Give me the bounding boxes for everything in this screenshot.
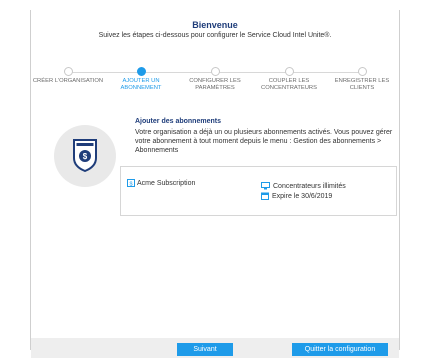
step-label: AJOUTER UN ABONNEMENT	[120, 78, 162, 91]
step-indicator	[63, 67, 73, 76]
step-configure-settings[interactable]: CONFIGURER LES PARAMÈTRES	[178, 67, 252, 92]
subscription-small-icon: $	[127, 179, 135, 187]
page-title: Bienvenue	[192, 20, 238, 30]
next-button[interactable]: Suivant	[177, 343, 233, 356]
step-indicator-active	[136, 67, 146, 76]
footer-bar: Suivant Quitter la configuration	[31, 338, 399, 358]
subscription-name-row: $ Acme Subscription	[127, 179, 195, 187]
page-subtitle: Suivez les étapes ci-dessous pour config…	[98, 32, 332, 39]
step-indicator	[210, 67, 220, 76]
step-label: COUPLER LES CONCENTRATEURS	[261, 78, 317, 91]
step-create-organization[interactable]: CRÉER L'ORGANISATION	[31, 67, 105, 85]
step-register-clients[interactable]: ENREGISTRER LES CLIENTS	[325, 67, 399, 92]
expiry-text: Expire le 30/6/2019	[272, 192, 333, 200]
step-indicator	[284, 67, 294, 76]
step-label: ENREGISTRER LES CLIENTS	[334, 78, 390, 91]
subscription-card: $ Acme Subscription Concentrateurs illim…	[120, 166, 397, 216]
step-indicator	[357, 67, 367, 76]
hubs-text: Concentrateurs illimités	[273, 182, 346, 190]
subscription-details: Concentrateurs illimités Expire le 30/6/…	[261, 181, 346, 201]
subscription-icon-circle: $	[54, 125, 116, 187]
expiry-row: Expire le 30/6/2019	[261, 191, 346, 201]
step-add-subscription[interactable]: AJOUTER UN ABONNEMENT	[104, 67, 178, 92]
section-description: Votre organisation a déjà un ou plusieur…	[135, 129, 393, 154]
monitor-icon	[261, 182, 270, 190]
section-title: Ajouter des abonnements	[135, 118, 221, 125]
svg-text:$: $	[83, 152, 88, 161]
subscription-badge-icon: $	[73, 139, 97, 172]
step-label: CRÉER L'ORGANISATION	[32, 78, 104, 84]
quit-setup-button[interactable]: Quitter la configuration	[292, 343, 388, 356]
setup-wizard-panel: Bienvenue Suivez les étapes ci-dessous p…	[30, 10, 400, 358]
hubs-row: Concentrateurs illimités	[261, 181, 346, 191]
calendar-icon	[261, 192, 269, 200]
step-label: CONFIGURER LES PARAMÈTRES	[189, 78, 241, 91]
svg-text:$: $	[129, 181, 132, 187]
step-pair-hubs[interactable]: COUPLER LES CONCENTRATEURS	[252, 67, 326, 92]
subscription-name: Acme Subscription	[137, 179, 196, 187]
